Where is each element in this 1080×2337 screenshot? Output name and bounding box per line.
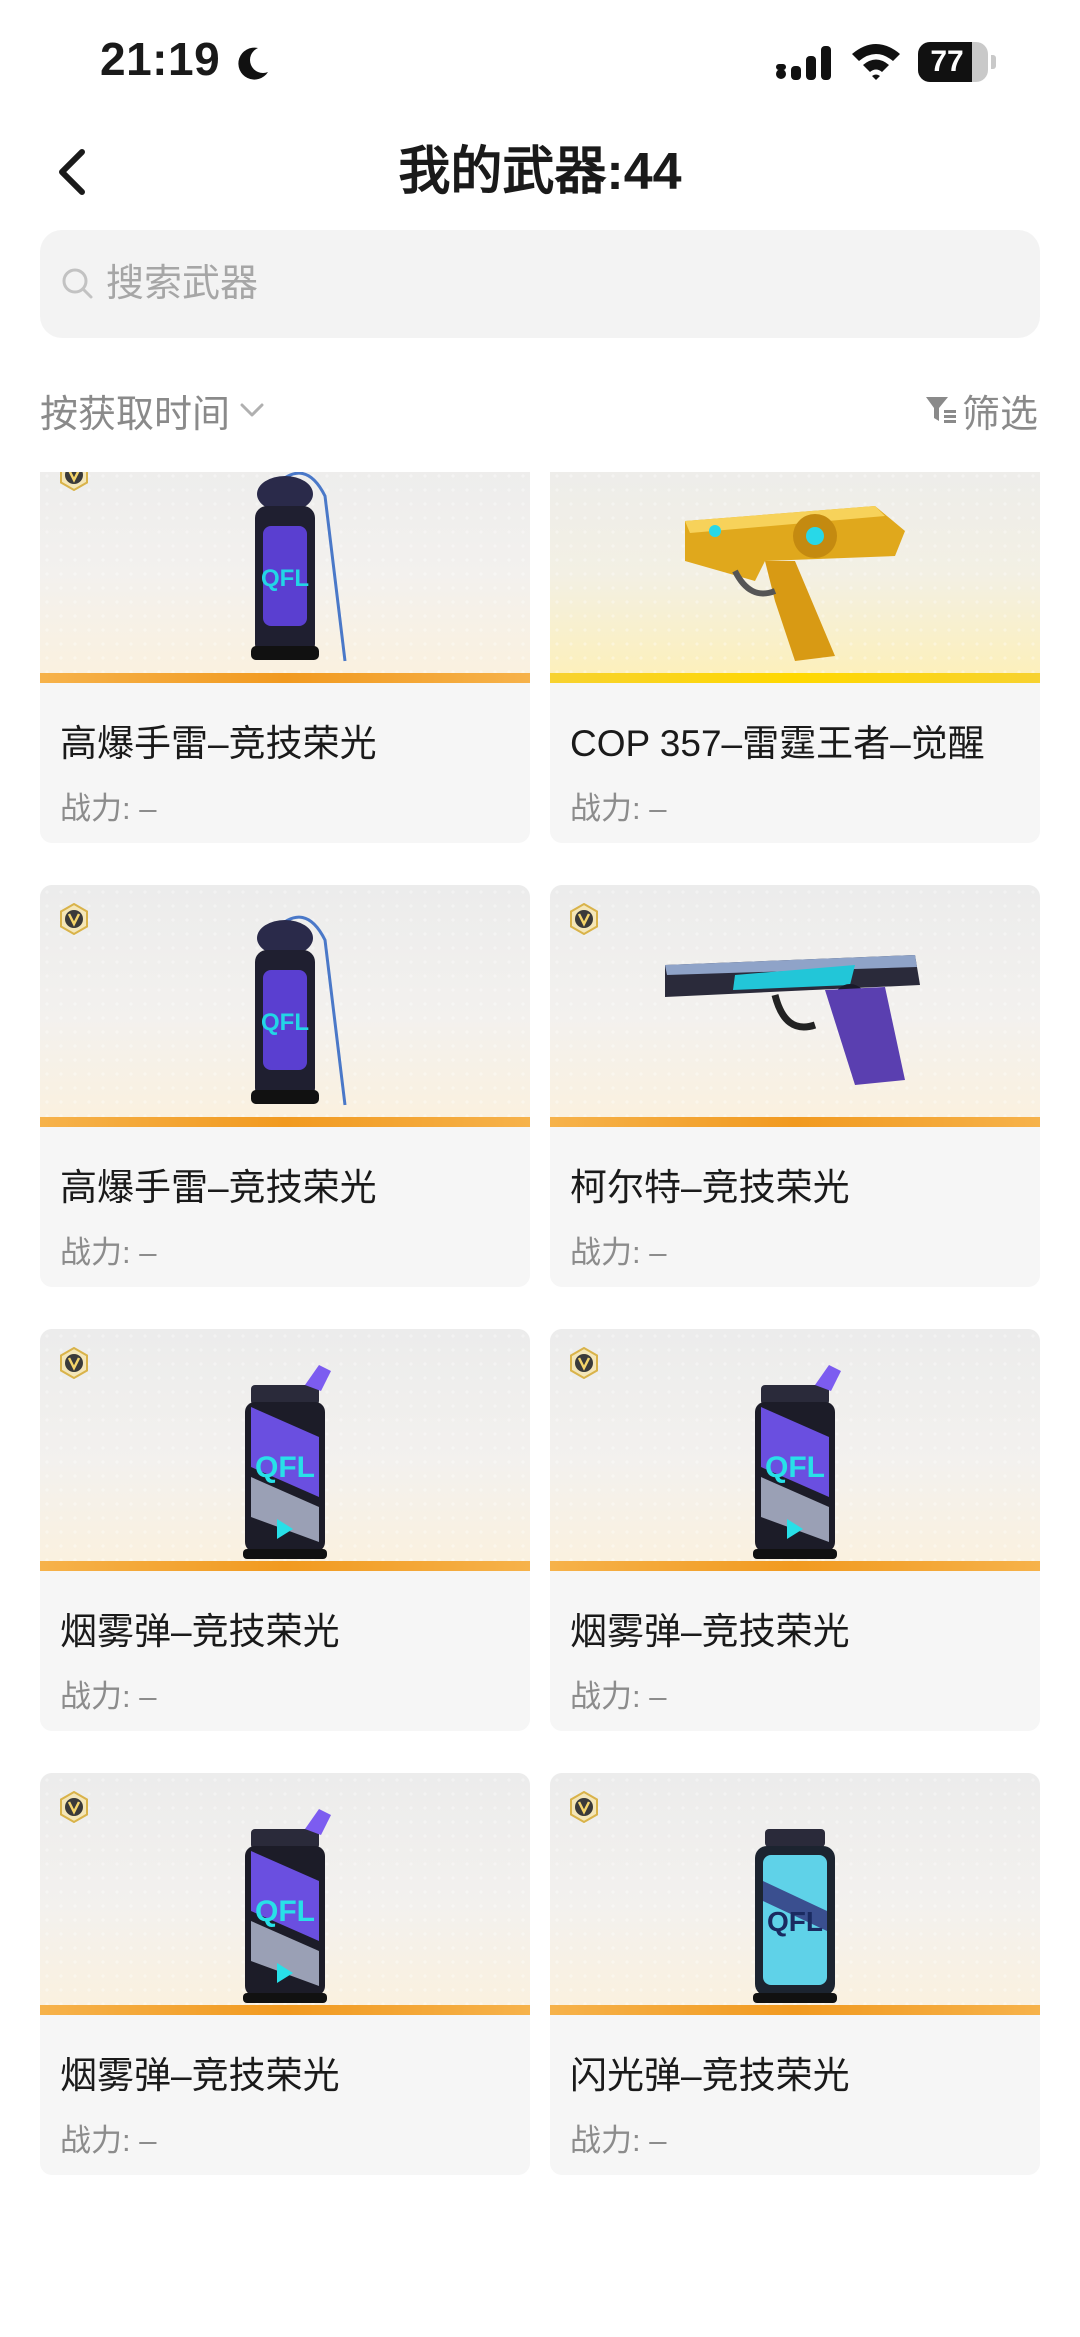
filter-label: 筛选 xyxy=(961,393,1038,436)
search-icon xyxy=(62,268,93,299)
weapon-list[interactable]: QFL 烟雾弹–竞技荣光战力: – QFL 闪光弹–竞技荣光战力: – QFL … xyxy=(0,472,1080,2337)
gold-revolver-icon xyxy=(685,506,905,661)
v-badge-icon xyxy=(60,1347,88,1379)
smoke-grenade-icon: QFL xyxy=(243,1809,331,2003)
weapon-power: 战力: – xyxy=(570,791,667,826)
v-badge-icon xyxy=(570,903,598,935)
page-title: 我的武器:44 xyxy=(398,143,682,201)
v-badge-icon xyxy=(60,903,88,935)
sort-dropdown[interactable]: 按获取时间 xyxy=(40,380,266,440)
svg-text:QFL: QFL xyxy=(255,1451,315,1484)
chevron-down-icon xyxy=(240,403,264,417)
weapon-card[interactable]: QFL 高爆手雷–竞技荣光战力: – xyxy=(40,472,530,843)
weapon-name: 高爆手雷–竞技荣光 xyxy=(60,723,377,764)
moon-icon xyxy=(238,47,268,80)
weapon-card[interactable]: QFL 闪光弹–竞技荣光战力: – xyxy=(550,1773,1040,2175)
svg-text:QFL: QFL xyxy=(255,1895,315,1928)
weapon-card[interactable]: QFL 烟雾弹–竞技荣光战力: – xyxy=(550,1329,1040,1731)
weapon-card[interactable]: QFL 烟雾弹–竞技荣光战力: – xyxy=(40,1329,530,1731)
search-box[interactable] xyxy=(40,230,1040,338)
battery-indicator: 77 xyxy=(918,42,996,82)
weapon-image: QFL xyxy=(550,1773,1040,2015)
weapon-name: 烟雾弹–竞技荣光 xyxy=(60,2055,340,2096)
cellular-signal-icon xyxy=(776,46,831,80)
status-time: 21:19 xyxy=(100,33,221,85)
svg-text:QFL: QFL xyxy=(261,565,309,592)
weapon-image xyxy=(550,885,1040,1127)
weapon-card[interactable]: 柯尔特–竞技荣光战力: – xyxy=(550,885,1040,1287)
weapon-image: QFL xyxy=(40,472,530,683)
weapon-card[interactable]: COP 357–雷霆王者–觉醒战力: – xyxy=(550,472,1040,843)
weapon-name: 闪光弹–竞技荣光 xyxy=(570,2055,850,2096)
battery-percent: 77 xyxy=(930,45,964,78)
weapon-power: 战力: – xyxy=(570,1679,667,1714)
weapon-name: 高爆手雷–竞技荣光 xyxy=(60,1167,377,1208)
filter-icon xyxy=(925,397,956,423)
weapon-image: QFL xyxy=(40,1773,530,2015)
weapon-name: 柯尔特–竞技荣光 xyxy=(570,1167,850,1208)
weapon-power: 战力: – xyxy=(60,2123,157,2158)
v-badge-icon xyxy=(60,472,88,491)
flash-grenade-icon: QFL xyxy=(753,1829,837,2003)
svg-text:QFL: QFL xyxy=(765,1451,825,1484)
weapon-power: 战力: – xyxy=(570,2123,667,2158)
weapon-name: 烟雾弹–竞技荣光 xyxy=(60,1611,340,1652)
status-bar: 21:19 77 xyxy=(0,0,1080,120)
frag-grenade-icon: QFL xyxy=(251,472,347,662)
v-badge-icon xyxy=(570,1791,598,1823)
search-input[interactable] xyxy=(106,254,1006,314)
v-badge-icon xyxy=(570,1347,598,1379)
weapon-power: 战力: – xyxy=(60,1679,157,1714)
svg-text:QFL: QFL xyxy=(767,1906,823,1937)
weapon-image: QFL xyxy=(40,1329,530,1571)
weapon-power: 战力: – xyxy=(60,791,157,826)
sort-label: 按获取时间 xyxy=(40,393,231,436)
weapon-name: 烟雾弹–竞技荣光 xyxy=(570,1611,850,1652)
frag-grenade-icon: QFL xyxy=(251,915,347,1106)
v-badge-icon xyxy=(60,1791,88,1823)
chevron-left-icon xyxy=(59,149,85,195)
back-button[interactable] xyxy=(40,140,104,204)
weapon-card[interactable]: QFL 烟雾弹–竞技荣光战力: – xyxy=(40,1773,530,2175)
weapon-grid: QFL 烟雾弹–竞技荣光战力: – QFL 闪光弹–竞技荣光战力: – QFL … xyxy=(40,472,1040,2175)
colt-pistol-icon xyxy=(665,955,920,1085)
filter-button[interactable]: 筛选 xyxy=(924,380,1038,440)
weapon-image: QFL xyxy=(550,1329,1040,1571)
weapon-image xyxy=(550,472,1040,683)
weapon-image: QFL xyxy=(40,885,530,1127)
weapon-power: 战力: – xyxy=(570,1235,667,1270)
svg-text:QFL: QFL xyxy=(261,1009,309,1036)
weapon-card[interactable]: QFL 高爆手雷–竞技荣光战力: – xyxy=(40,885,530,1287)
weapon-name: COP 357–雷霆王者–觉醒 xyxy=(570,723,985,764)
weapon-power: 战力: – xyxy=(60,1235,157,1270)
smoke-grenade-icon: QFL xyxy=(753,1365,841,1559)
smoke-grenade-icon: QFL xyxy=(243,1365,331,1559)
wifi-icon xyxy=(852,44,900,80)
